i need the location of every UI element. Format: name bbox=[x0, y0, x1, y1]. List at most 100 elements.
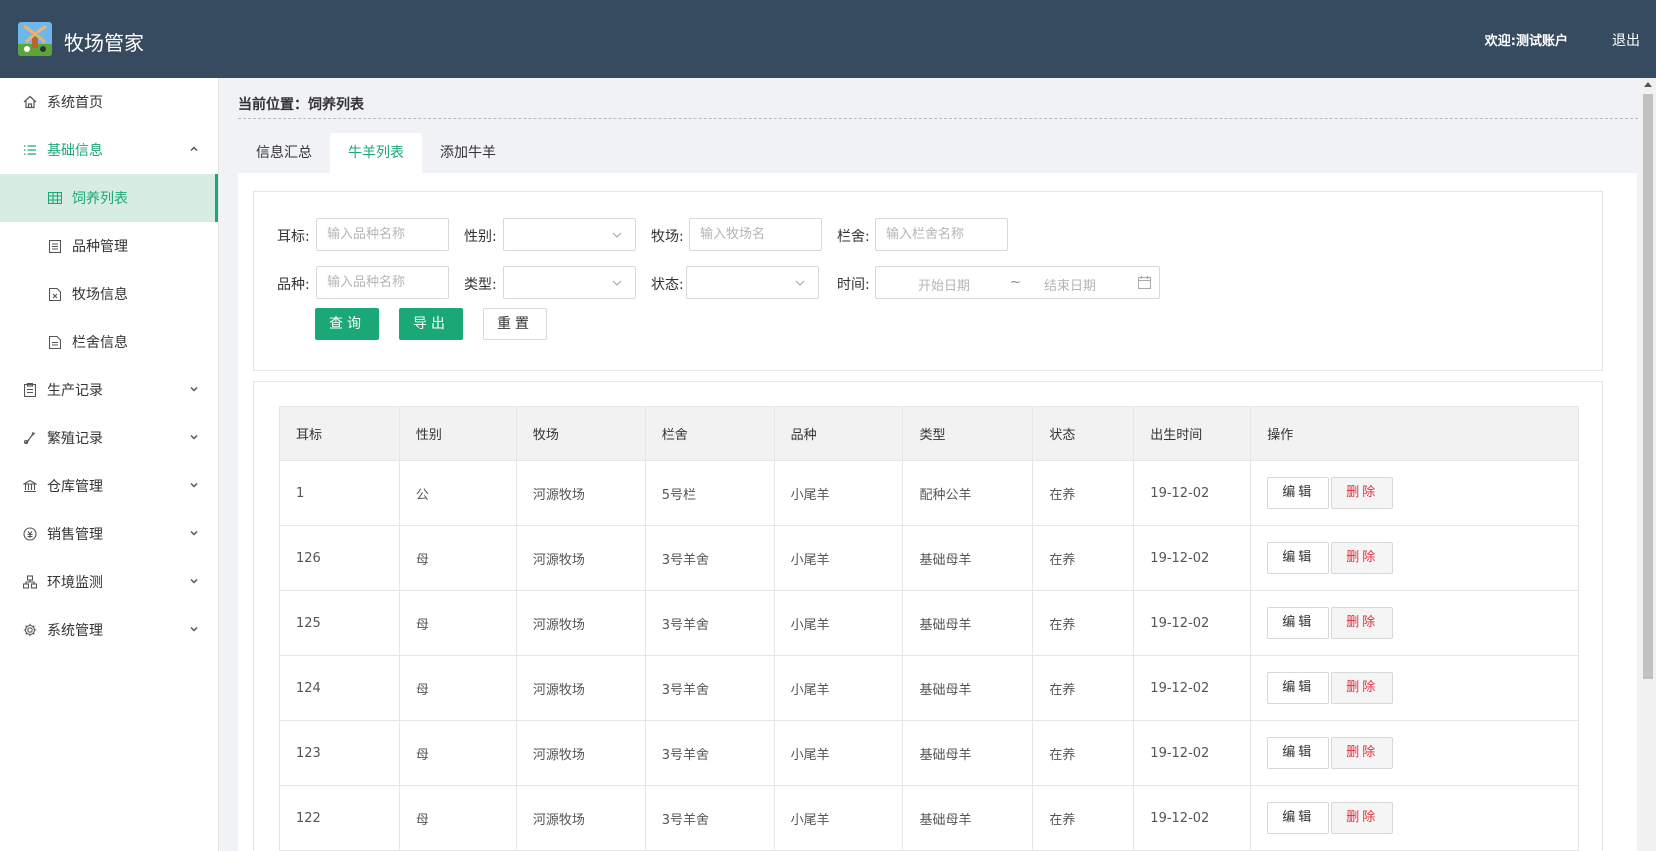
sidebar-item-home[interactable]: 系统首页 bbox=[0, 78, 218, 126]
sidebar-item-breeding-records[interactable]: 繁殖记录 bbox=[0, 414, 218, 462]
cell-status: 在养 bbox=[1032, 720, 1135, 786]
delete-button[interactable]: 删除 bbox=[1331, 477, 1394, 509]
cell-gender: 母 bbox=[398, 655, 517, 721]
scroll-up-arrow-icon[interactable] bbox=[1644, 82, 1652, 87]
sidebar-item-system-management[interactable]: 系统管理 bbox=[0, 606, 218, 654]
app-logo bbox=[18, 22, 52, 56]
cell-pen: 3号羊舍 bbox=[644, 720, 775, 786]
home-icon bbox=[22, 94, 38, 110]
ear-tag-label: 耳标: bbox=[277, 229, 310, 245]
sidebar: 系统首页 基础信息 饲养列表 品种管理 牧场信息 栏舍信息 生产记录 繁殖记录 … bbox=[0, 78, 219, 851]
cell-breed: 小尾羊 bbox=[773, 525, 904, 591]
cell-type: 基础母羊 bbox=[902, 525, 1034, 591]
edit-button[interactable]: 编辑 bbox=[1267, 672, 1330, 704]
column-header: 出生时间 bbox=[1133, 406, 1252, 461]
sidebar-subitem-label: 品种管理 bbox=[72, 239, 128, 255]
end-date-placeholder[interactable]: 结束日期 bbox=[1044, 275, 1096, 294]
list-icon bbox=[22, 142, 38, 158]
edit-button[interactable]: 编辑 bbox=[1267, 477, 1330, 509]
cell-ear-tag: 122 bbox=[279, 785, 400, 851]
type-select[interactable] bbox=[503, 266, 636, 299]
sidebar-item-warehouse[interactable]: 仓库管理 bbox=[0, 462, 218, 510]
delete-button[interactable]: 删除 bbox=[1331, 542, 1394, 574]
cell-ear-tag: 126 bbox=[279, 525, 400, 591]
reset-button[interactable]: 重置 bbox=[483, 308, 547, 340]
cell-birth-date: 19-12-02 bbox=[1133, 720, 1252, 786]
cell-status: 在养 bbox=[1032, 785, 1135, 851]
gender-select[interactable] bbox=[503, 218, 636, 251]
tab-livestock-list[interactable]: 牛羊列表 bbox=[330, 133, 422, 173]
sidebar-subitem-label: 栏舍信息 bbox=[72, 335, 128, 351]
dna-icon bbox=[22, 430, 38, 446]
export-button[interactable]: 导出 bbox=[399, 308, 463, 340]
edit-button[interactable]: 编辑 bbox=[1267, 607, 1330, 639]
cell-birth-date: 19-12-02 bbox=[1133, 590, 1252, 656]
logout-link[interactable]: 退出 bbox=[1612, 30, 1640, 50]
cell-type: 基础母羊 bbox=[902, 590, 1034, 656]
sidebar-subitem-pen-info[interactable]: 栏舍信息 bbox=[0, 318, 218, 366]
scrollbar-thumb[interactable] bbox=[1643, 94, 1653, 679]
table-row: 126 母 河源牧场 3号羊舍 小尾羊 基础母羊 在养 19-12-02 编辑删… bbox=[279, 525, 1579, 591]
sidebar-item-basic-info[interactable]: 基础信息 bbox=[0, 126, 218, 174]
cell-breed: 小尾羊 bbox=[773, 655, 904, 721]
file-x-icon bbox=[48, 287, 62, 301]
gender-label: 性别: bbox=[464, 229, 497, 245]
sidebar-item-sales[interactable]: 销售管理 bbox=[0, 510, 218, 558]
cell-status: 在养 bbox=[1032, 460, 1135, 526]
cell-farm: 河源牧场 bbox=[515, 655, 646, 721]
sidebar-subitem-breed-management[interactable]: 品种管理 bbox=[0, 222, 218, 270]
chevron-down-icon bbox=[188, 383, 200, 395]
cell-gender: 公 bbox=[398, 460, 517, 526]
start-date-placeholder[interactable]: 开始日期 bbox=[918, 275, 970, 294]
chevron-down-icon bbox=[611, 277, 623, 289]
table-container: 耳标 性别 牧场 栏舍 品种 类型 状态 出生时间 操作 1 公 河源牧场 5号… bbox=[253, 381, 1603, 851]
tab-info-summary[interactable]: 信息汇总 bbox=[238, 133, 330, 173]
column-header: 类型 bbox=[902, 406, 1034, 461]
cell-farm: 河源牧场 bbox=[515, 590, 646, 656]
cell-type: 基础母羊 bbox=[902, 655, 1034, 721]
column-header: 栏舍 bbox=[644, 406, 775, 461]
edit-button[interactable]: 编辑 bbox=[1267, 542, 1330, 574]
file-text-icon bbox=[48, 335, 62, 349]
content-panel: 耳标: 性别: 牧场: 栏舍: 品种: 类型: 状态: 时间: bbox=[238, 173, 1637, 851]
cell-breed: 小尾羊 bbox=[773, 590, 904, 656]
app-title: 牧场管家 bbox=[64, 31, 144, 55]
type-label: 类型: bbox=[464, 277, 497, 293]
cell-ear-tag: 124 bbox=[279, 655, 400, 721]
status-label: 状态: bbox=[651, 277, 684, 293]
cell-birth-date: 19-12-02 bbox=[1133, 460, 1252, 526]
ear-tag-input[interactable] bbox=[316, 218, 449, 251]
cell-actions: 编辑 删除 bbox=[1250, 590, 1579, 656]
cell-pen: 3号羊舍 bbox=[644, 655, 775, 721]
pen-input[interactable] bbox=[875, 218, 1008, 251]
cell-type: 基础母羊 bbox=[902, 785, 1034, 851]
table-row: 122 母 河源牧场 3号羊舍 小尾羊 基础母羊 在养 19-12-02 编辑删… bbox=[279, 785, 1579, 851]
sidebar-item-label: 基础信息 bbox=[47, 143, 103, 159]
delete-button[interactable]: 删除 bbox=[1331, 802, 1394, 834]
sidebar-subitem-farm-info[interactable]: 牧场信息 bbox=[0, 270, 218, 318]
edit-button[interactable]: 编辑 bbox=[1267, 802, 1330, 834]
sidebar-item-label: 环境监测 bbox=[47, 575, 103, 591]
cell-actions: 编辑 删除 bbox=[1250, 720, 1579, 786]
cell-birth-date: 19-12-02 bbox=[1133, 655, 1252, 721]
cell-actions: 编辑 删除 bbox=[1250, 525, 1579, 591]
delete-button[interactable]: 删除 bbox=[1331, 737, 1394, 769]
cell-pen: 3号羊舍 bbox=[644, 590, 775, 656]
sidebar-item-production-records[interactable]: 生产记录 bbox=[0, 366, 218, 414]
sidebar-item-environment[interactable]: 环境监测 bbox=[0, 558, 218, 606]
cell-gender: 母 bbox=[398, 720, 517, 786]
vertical-scrollbar[interactable] bbox=[1640, 78, 1656, 851]
tab-add-livestock[interactable]: 添加牛羊 bbox=[422, 133, 514, 173]
sidebar-subitem-feeding-list[interactable]: 饲养列表 bbox=[0, 174, 218, 222]
filter-form: 耳标: 性别: 牧场: 栏舍: 品种: 类型: 状态: 时间: bbox=[253, 191, 1603, 371]
cell-status: 在养 bbox=[1032, 655, 1135, 721]
status-select[interactable] bbox=[686, 266, 819, 299]
farm-input[interactable] bbox=[689, 218, 822, 251]
delete-button[interactable]: 删除 bbox=[1331, 672, 1394, 704]
sidebar-subitem-label: 饲养列表 bbox=[72, 191, 128, 207]
query-button[interactable]: 查询 bbox=[315, 308, 379, 340]
breed-input[interactable] bbox=[316, 266, 449, 299]
delete-button[interactable]: 删除 bbox=[1331, 607, 1394, 639]
edit-button[interactable]: 编辑 bbox=[1267, 737, 1330, 769]
date-range-picker[interactable]: 开始日期 ~ 结束日期 bbox=[875, 266, 1160, 299]
